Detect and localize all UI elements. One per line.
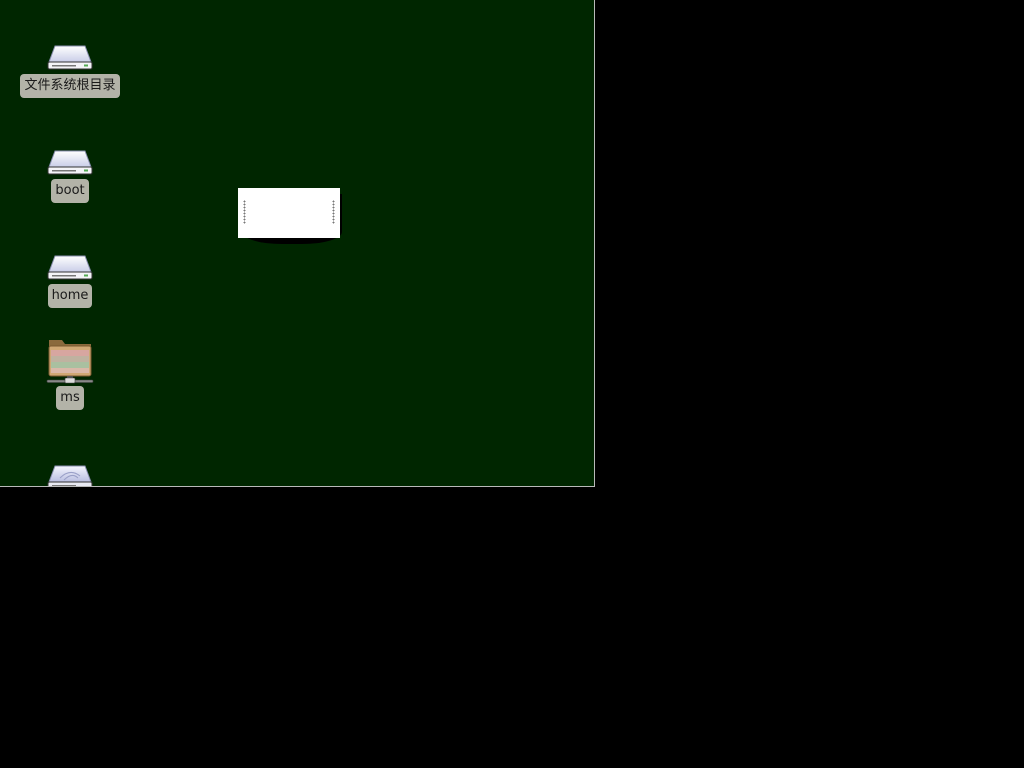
network-folder-icon [46,336,94,384]
floating-panel[interactable] [238,188,342,244]
drag-handle-left[interactable] [243,200,246,224]
screen: 文件系统根目录 boot home ms [0,0,1024,768]
desktop-icon-label: 文件系统根目录 [20,74,120,98]
drive-icon [46,24,94,72]
desktop-icon-ms[interactable]: ms [15,336,125,410]
desktop-icon-label: ms [56,386,84,410]
desktop-icon-label: boot [51,179,89,203]
desktop-icon-label: home [47,284,93,308]
desktop[interactable]: 文件系统根目录 boot home ms [0,0,595,487]
desktop-icon-filesystem-root[interactable]: 文件系统根目录 [15,24,125,98]
drag-handle-right[interactable] [332,200,335,224]
removable-drive-icon [46,444,94,486]
desktop-icon-removable-drive[interactable] [15,444,125,486]
drive-icon [46,129,94,177]
desktop-icon-boot[interactable]: boot [15,129,125,203]
panel-body[interactable] [238,188,340,238]
drive-icon [46,234,94,282]
desktop-icon-home[interactable]: home [15,234,125,308]
